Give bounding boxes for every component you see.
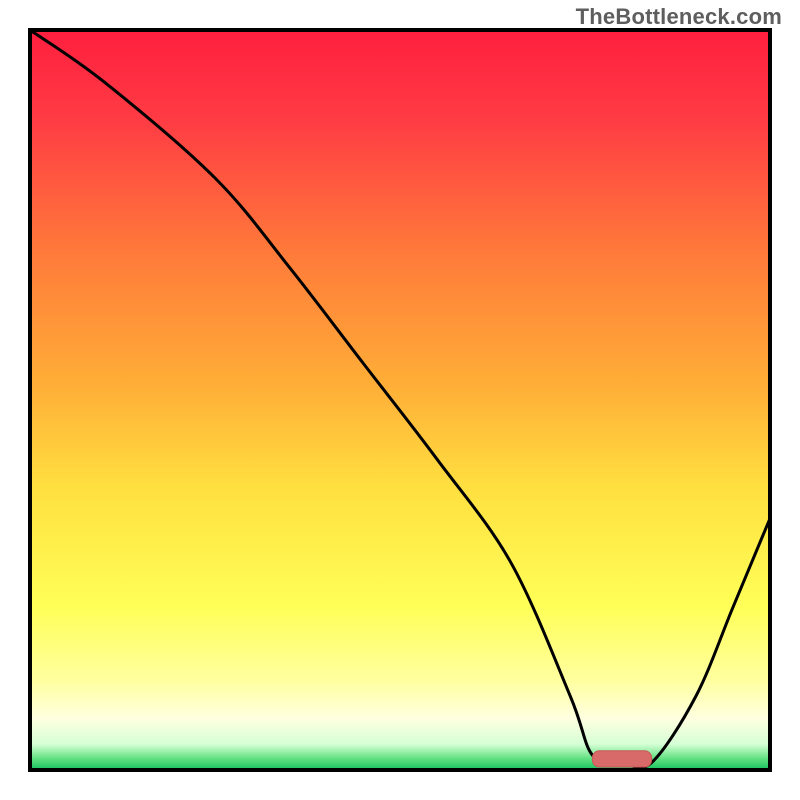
watermark-text: TheBottleneck.com (576, 4, 782, 30)
chart-stage: TheBottleneck.com (0, 0, 800, 800)
optimal-marker (592, 751, 651, 767)
plot-gradient-fill (30, 30, 770, 770)
bottleneck-chart (0, 0, 800, 800)
